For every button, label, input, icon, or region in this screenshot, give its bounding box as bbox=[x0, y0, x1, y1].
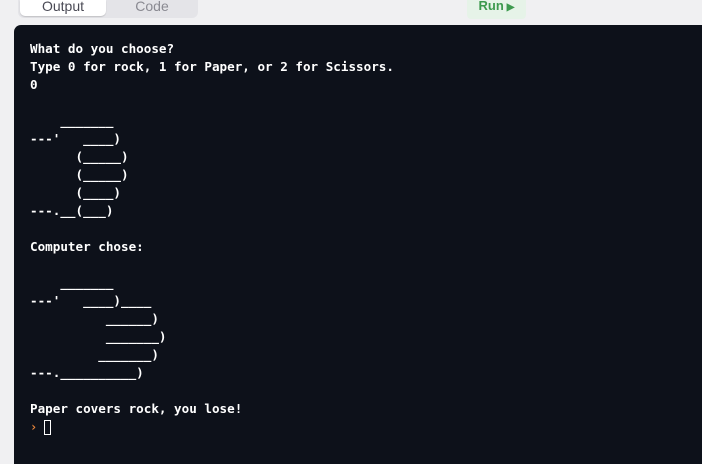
console-text: What do you choose? Type 0 for rock, 1 f… bbox=[30, 40, 394, 418]
console-output-panel[interactable]: What do you choose? Type 0 for rock, 1 f… bbox=[14, 25, 702, 464]
tab-code[interactable]: Code bbox=[108, 0, 196, 16]
console-line: What do you choose? bbox=[30, 41, 175, 56]
console-line: Type 0 for rock, 1 for Paper, or 2 for S… bbox=[30, 59, 394, 74]
console-line: ---' ____) bbox=[30, 131, 121, 146]
console-line: ---' ____)____ bbox=[30, 293, 152, 308]
run-button[interactable]: Run ▶ bbox=[467, 0, 526, 19]
console-line: _______) bbox=[30, 329, 167, 344]
console-line: _______) bbox=[30, 347, 159, 362]
console-line: _______ bbox=[30, 113, 114, 128]
console-line: ---.__________) bbox=[30, 365, 144, 380]
play-icon: ▶ bbox=[506, 2, 515, 13]
console-line: (_____) bbox=[30, 167, 129, 182]
console-line: (____) bbox=[30, 185, 121, 200]
text-cursor[interactable] bbox=[44, 420, 51, 435]
view-tabs: Output Code bbox=[18, 0, 198, 18]
console-line: ______) bbox=[30, 311, 159, 326]
tab-output[interactable]: Output bbox=[20, 0, 106, 16]
console-line: Paper covers rock, you lose! bbox=[30, 401, 243, 416]
top-toolbar: Output Code Run ▶ bbox=[0, 0, 702, 25]
console-line: ---.__(___) bbox=[30, 203, 114, 218]
console-line: 0 bbox=[30, 77, 38, 92]
run-button-label: Run bbox=[478, 0, 504, 13]
console-line: _______ bbox=[30, 275, 114, 290]
prompt-arrow-icon: › bbox=[30, 420, 38, 434]
console-line: Computer chose: bbox=[30, 239, 144, 254]
console-line: (_____) bbox=[30, 149, 129, 164]
